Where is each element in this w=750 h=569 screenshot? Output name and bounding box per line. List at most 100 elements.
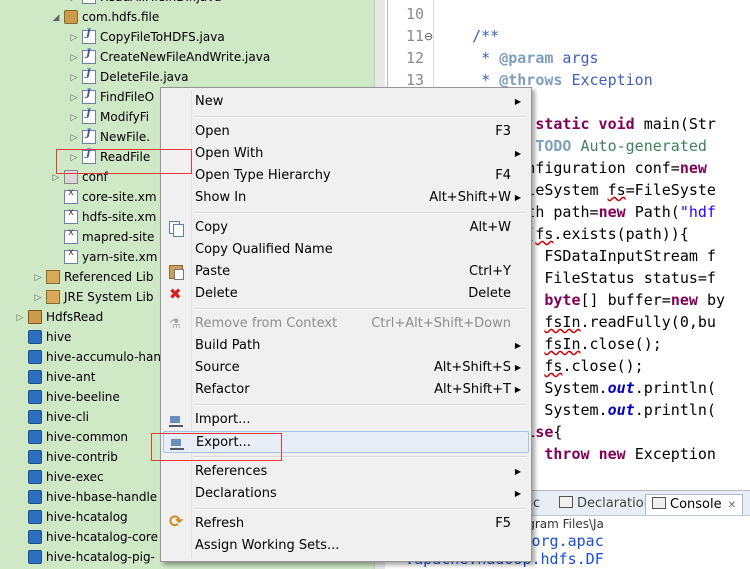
xml-file-icon — [64, 227, 78, 244]
code-token: TODO — [535, 137, 572, 155]
line-number: 12 — [405, 49, 424, 67]
console-tab[interactable]: Console ✕ — [645, 494, 743, 515]
menu-item-copy-qualified-name[interactable]: Copy Qualified Name — [163, 239, 529, 261]
code-token: fsIn — [544, 313, 581, 331]
tree-item[interactable]: hive-ant — [14, 367, 95, 387]
code-token: .println( — [634, 401, 716, 419]
code-token: .println( — [634, 379, 716, 397]
expand-arrow-icon[interactable]: ▷ — [68, 128, 80, 148]
tree-item[interactable]: hive — [14, 327, 71, 347]
tree-item[interactable]: mapred-site — [50, 227, 154, 247]
menu-item-refactor[interactable]: Refactor Alt+Shift+T ▶ — [163, 379, 529, 401]
code-token: new — [598, 203, 635, 221]
menu-item-shortcut: Alt+Shift+W — [429, 190, 511, 205]
menu-item-shortcut: F3 — [495, 124, 511, 139]
tree-item[interactable]: ▷ Referenced Lib — [32, 267, 154, 287]
menu-item-assign-working-sets[interactable]: Assign Working Sets... — [163, 535, 529, 557]
fold-toggle-icon[interactable]: ⊖ — [424, 30, 433, 43]
menu-item-label: References — [195, 464, 268, 479]
line-number: 11 — [405, 27, 424, 45]
tree-item-label: FindFileO — [100, 90, 155, 104]
menu-item-copy[interactable]: Copy Alt+W — [163, 217, 529, 239]
menu-item-references[interactable]: References ▶ — [163, 461, 529, 483]
tree-item[interactable]: hive-beeline — [14, 387, 120, 407]
code-line: /** — [436, 27, 499, 45]
tree-item[interactable]: ▷ ModifyFi — [68, 107, 149, 127]
menu-item-shortcut: Ctrl+Alt+Shift+Down — [371, 316, 511, 331]
expand-arrow-icon[interactable]: ◢ — [50, 8, 62, 28]
tree-item[interactable]: hdfs-site.xm — [50, 207, 156, 227]
code-token: "hdf — [679, 203, 716, 221]
tree-item[interactable]: hive-hcatalog-core — [14, 527, 158, 547]
xml-file-icon — [64, 207, 78, 224]
package-icon — [64, 10, 78, 24]
menu-item-label: Open With — [195, 146, 264, 161]
xml-file-icon — [64, 247, 78, 264]
menu-item-shortcut: Alt+Shift+S — [433, 360, 511, 375]
tree-item[interactable]: hive-common — [14, 427, 128, 447]
menu-item-source[interactable]: Source Alt+Shift+S ▶ — [163, 357, 529, 379]
tree-item[interactable]: core-site.xm — [50, 187, 157, 207]
console-tab[interactable]: Declaration — [559, 494, 652, 514]
expand-arrow-icon[interactable]: ▷ — [14, 308, 26, 328]
tree-item[interactable]: ▷ NewFile. — [68, 127, 150, 147]
menu-item-open[interactable]: Open F3 — [163, 121, 529, 143]
expand-arrow-icon[interactable]: ▷ — [68, 68, 80, 88]
tree-item-label: hive-accumulo-han — [46, 350, 161, 364]
tree-item[interactable]: hive-accumulo-han — [14, 347, 161, 367]
tree-item[interactable]: hive-contrib — [14, 447, 118, 467]
menu-item-shortcut: Delete — [468, 286, 511, 301]
close-icon[interactable]: ✕ — [728, 500, 736, 511]
expand-arrow-icon[interactable]: ▷ — [68, 108, 80, 128]
tree-item[interactable]: hive-hbase-handle — [14, 487, 157, 507]
code-token: new — [598, 445, 635, 463]
menu-item-build-path[interactable]: Build Path ▶ — [163, 335, 529, 357]
code-token: .close(); — [580, 335, 662, 353]
menu-item-show-in[interactable]: Show In Alt+Shift+W ▶ — [163, 187, 529, 209]
code-token: * — [436, 49, 500, 67]
menu-item-refresh[interactable]: Refresh F5 — [163, 511, 529, 535]
java-file-icon — [82, 28, 96, 44]
tree-item[interactable]: hive-exec — [14, 467, 104, 487]
tree-item[interactable]: yarn-site.xm — [50, 247, 157, 267]
tree-item[interactable]: ▷ JRE System Lib — [32, 287, 153, 307]
expand-arrow-icon[interactable]: ▷ — [32, 268, 44, 288]
menu-item-import[interactable]: Import... — [163, 409, 529, 431]
tree-item[interactable]: ▷ CopyFileToHDFS.java — [68, 27, 225, 47]
tree-item[interactable]: ◢ com.hdfs.file — [50, 7, 159, 27]
expand-arrow-icon[interactable]: ▷ — [68, 48, 80, 68]
code-token: fs — [535, 225, 554, 243]
menu-item-remove-from-context: Remove from Context Ctrl+Alt+Shift+Down — [163, 313, 529, 336]
tree-item[interactable]: ▷ CreateNewFileAndWrite.java — [68, 47, 270, 67]
tree-item[interactable]: ▷ReadAllFileInDir.java — [68, 0, 222, 7]
tree-item[interactable]: hive-cli — [14, 407, 89, 427]
menu-item-label: Copy — [195, 220, 228, 235]
expand-arrow-icon[interactable]: ▷ — [32, 288, 44, 308]
java-file-icon — [82, 108, 96, 124]
code-token: new — [670, 291, 707, 309]
menu-item-open-with[interactable]: Open With ▶ — [163, 143, 529, 165]
tree-item[interactable]: ▷ HdfsRead — [14, 307, 103, 327]
expand-arrow-icon[interactable]: ▷ — [68, 28, 80, 48]
tree-item-label: hive-contrib — [46, 450, 118, 464]
submenu-arrow-icon: ▶ — [514, 149, 521, 158]
menu-separator — [193, 212, 527, 214]
code-token: public class ReadFile { — [436, 0, 644, 1]
menu-item-declarations[interactable]: Declarations ▶ — [163, 483, 529, 505]
tree-item[interactable]: ▷ FindFileO — [68, 87, 154, 107]
tree-item[interactable]: hive-hcatalog-pig- — [14, 547, 155, 567]
code-token: =FileSyste — [625, 181, 716, 199]
code-token: fs — [544, 357, 563, 375]
menu-item-paste[interactable]: Paste Ctrl+Y — [163, 261, 529, 283]
menu-item-label: Import... — [195, 412, 251, 427]
java-file-icon — [82, 48, 96, 64]
tree-item-label: CreateNewFileAndWrite.java — [100, 50, 271, 64]
menu-item-new[interactable]: New ▶ — [163, 91, 529, 113]
tree-item[interactable]: ▷ DeleteFile.java — [68, 67, 188, 87]
folder-icon — [28, 450, 42, 464]
expand-arrow-icon[interactable]: ▷ — [68, 88, 80, 108]
menu-item-delete[interactable]: Delete Delete — [163, 283, 529, 305]
menu-item-open-type-hierarchy[interactable]: Open Type Hierarchy F4 — [163, 165, 529, 187]
tree-item[interactable]: hive-hcatalog — [14, 507, 128, 527]
menu-item-shortcut: Alt+Shift+T — [434, 382, 511, 397]
